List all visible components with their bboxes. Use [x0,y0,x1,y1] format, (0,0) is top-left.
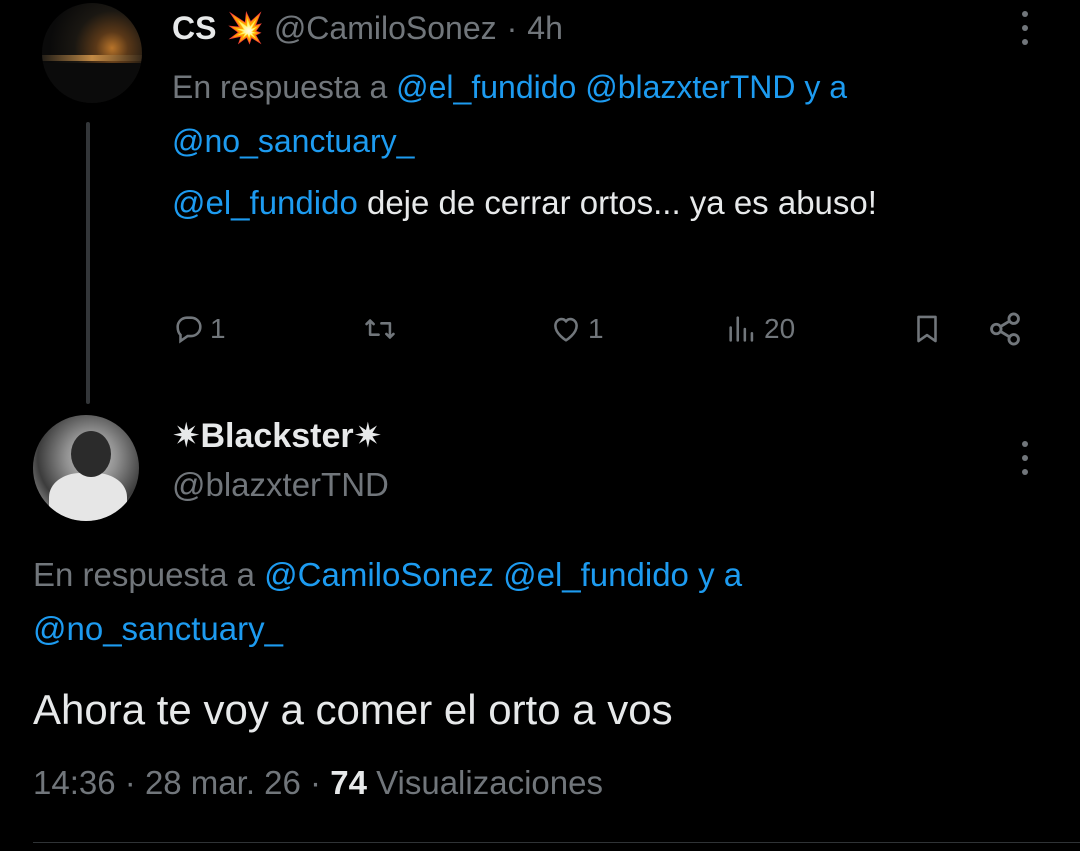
tweet-text: @el_fundido deje de cerrar ortos... ya e… [172,176,972,230]
avatar-photo-figure [49,473,127,521]
tweet-date[interactable]: 28 mar. 26 [145,764,301,801]
separator: · [506,9,518,46]
more-icon[interactable] [1022,441,1028,475]
handle[interactable]: @blazxterTND [172,466,389,504]
divider [33,842,1080,843]
repost-icon [365,319,395,339]
mention-link[interactable]: @el_fundido [503,556,689,593]
views-button[interactable]: 20 [724,304,795,354]
display-name[interactable]: CS [172,10,216,47]
avatar-photo-horizon [42,55,142,61]
separator: · [124,764,136,801]
bookmark-icon [917,315,937,343]
share-button[interactable] [986,304,1024,354]
avatar-photo-head [71,431,111,477]
like-count: 1 [588,313,604,344]
views-count: 20 [764,313,796,344]
tweet-metadata: 14:36 · 28 mar. 26 · 74 Visualizaciones [33,764,603,802]
collision-emoji: 💥 [226,11,264,45]
more-icon[interactable] [1022,11,1028,45]
separator: · [310,764,322,801]
views-label[interactable]: Visualizaciones [376,764,603,801]
views-count[interactable]: 74 [330,764,367,801]
share-icon [990,312,1020,346]
reply-button[interactable]: 1 [172,304,226,354]
like-button[interactable]: 1 [548,304,604,354]
tweet-text: Ahora te voy a comer el orto a vos [33,686,673,733]
reply-icon [176,316,202,344]
avatar-photo-foreground [42,63,142,103]
thread-connector-line [86,122,90,404]
display-name[interactable]: ✷Blackster✷ [172,416,382,456]
avatar-camilosonez[interactable] [42,3,142,103]
reply-tweet-header: CS 💥 @CamiloSonez · 4h [172,6,563,50]
reply-context: En respuesta a @el_fundido @blazxterTND … [172,60,1032,168]
reply-prefix: En respuesta a [172,69,388,105]
like-icon [554,317,578,342]
mention-link[interactable]: @blazxterTND [585,69,795,105]
reply-conjunction: y a [698,556,743,593]
bookmark-button[interactable] [910,304,944,354]
tweet-time[interactable]: 14:36 [33,764,116,801]
mention-link[interactable]: @el_fundido [396,69,576,105]
mention-link[interactable]: @no_sanctuary_ [33,610,283,647]
mention-link[interactable]: @el_fundido [172,184,358,221]
reply-conjunction: y a [804,69,848,105]
avatar-blazxtertnd[interactable] [33,415,139,521]
timestamp[interactable]: 4h [527,10,563,47]
views-icon [729,316,754,342]
handle[interactable]: @CamiloSonez [274,10,497,47]
tweet-body: deje de cerrar ortos... ya es abuso! [357,184,877,221]
action-bar: 1 1 20 [172,304,1032,354]
reply-context: En respuesta a @CamiloSonez @el_fundido … [33,548,1033,656]
repost-button[interactable] [362,304,402,354]
reply-count: 1 [210,313,226,344]
mention-link[interactable]: @CamiloSonez [264,556,494,593]
mention-link[interactable]: @no_sanctuary_ [172,123,414,159]
reply-prefix: En respuesta a [33,556,255,593]
